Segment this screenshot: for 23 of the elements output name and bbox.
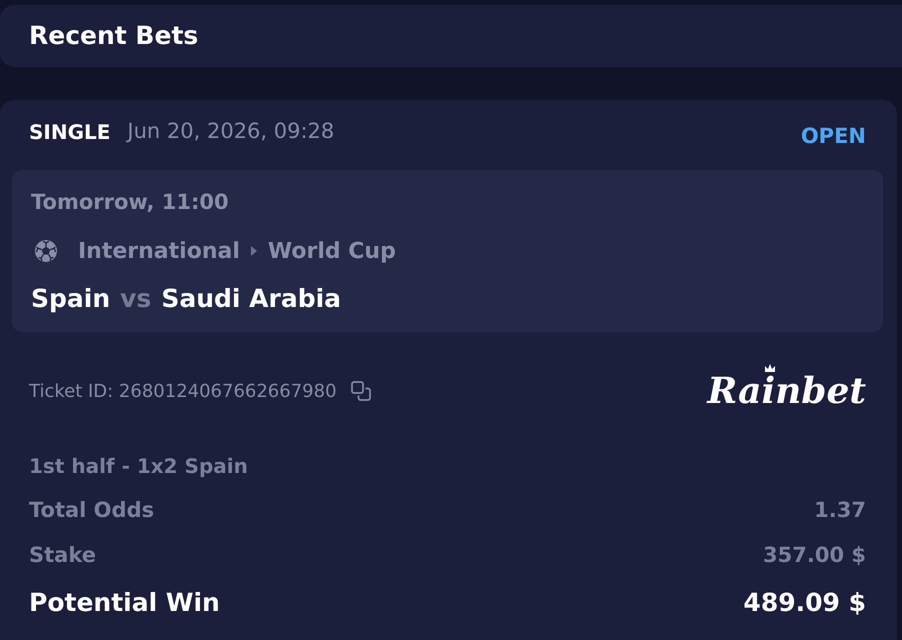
versus-label: vs — [120, 283, 152, 316]
bet-selection: 1st half - 1x2 Spain — [29, 452, 248, 480]
team-name: Saudi Arabia — [161, 283, 342, 316]
caret-icon — [250, 246, 257, 256]
summary-value: 357.00 $ — [763, 542, 866, 569]
summary-label: Total Odds — [29, 496, 154, 524]
status-label: OPEN — [800, 123, 866, 150]
copy-icon[interactable] — [350, 381, 371, 401]
bet-date: Jun 20, 2026, 09:28 — [127, 118, 334, 146]
bet-type: SINGLE — [29, 119, 110, 146]
breadcrumb-item[interactable]: World Cup — [268, 234, 396, 268]
summary-label: Potential Win — [29, 587, 220, 620]
summary-value: 489.09 $ — [743, 587, 866, 620]
page-title: Recent Bets — [29, 20, 198, 52]
crown-icon — [765, 364, 776, 372]
breadcrumb-item[interactable]: International — [78, 234, 240, 268]
brand-logo: Rainbet — [707, 373, 866, 409]
ticket-id: Ticket ID: 2680124067662667980 — [29, 380, 337, 404]
event-time: Tomorrow, 11:00 — [31, 189, 229, 216]
summary-value: 1.37 — [814, 496, 866, 524]
summary-label: Stake — [29, 542, 96, 569]
football-icon — [34, 239, 58, 263]
team-name: Spain — [31, 283, 110, 316]
